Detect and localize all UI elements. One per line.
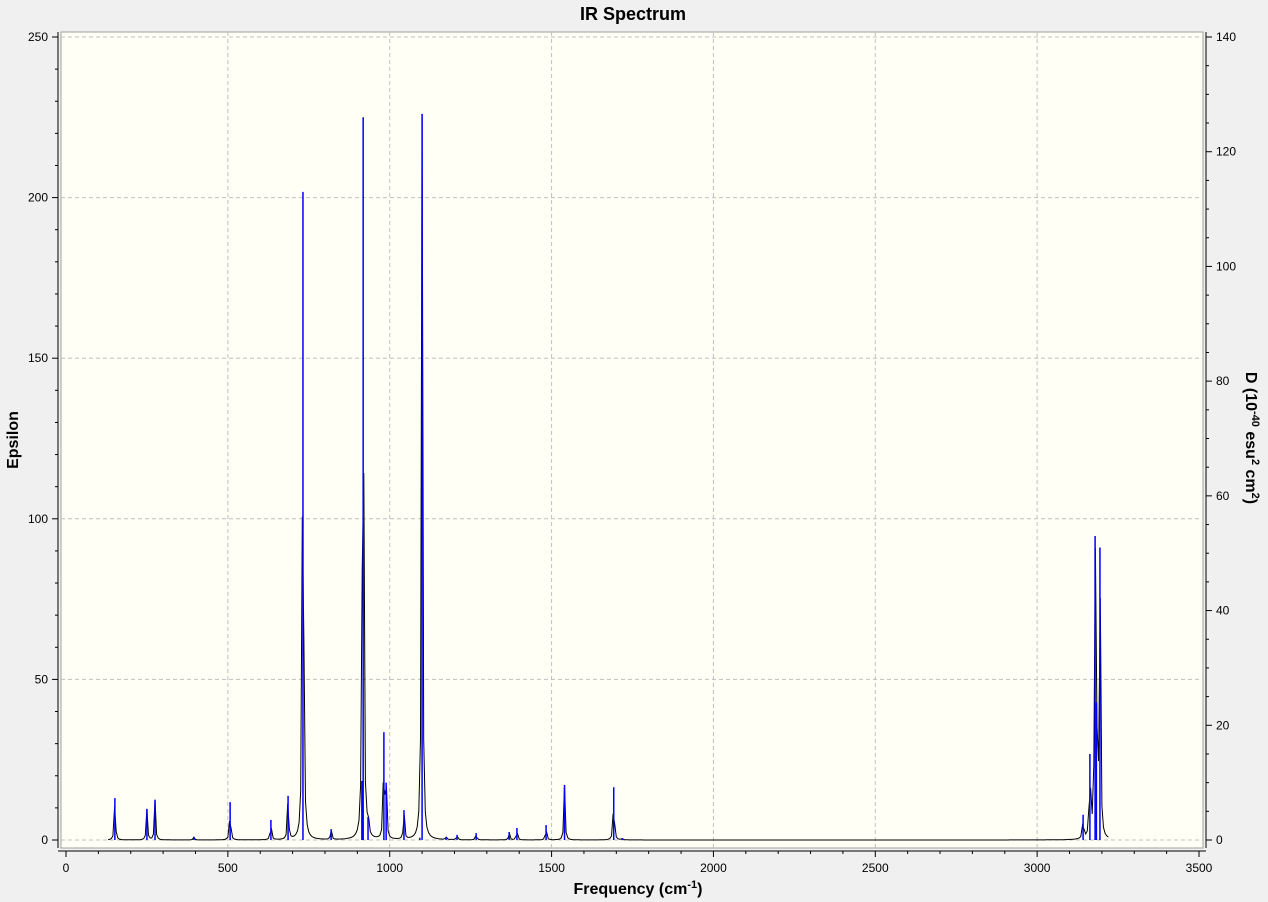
x-tick-label: 2500 (862, 861, 889, 875)
y-axis-title: Epsilon (5, 411, 22, 469)
x-tick-label: 3500 (1186, 861, 1213, 875)
x-axis-title-end: ) (697, 881, 702, 898)
x-axis-title-main: Frequency (cm (574, 881, 688, 898)
y2-title-sup: -40 (1249, 411, 1261, 427)
y2-tick-label: 100 (1216, 259, 1236, 273)
y2-title-part: esu (1242, 427, 1259, 459)
y2-tick-label: 20 (1216, 718, 1230, 732)
y2-axis-title: D (10-40 esu2 cm2) (1242, 372, 1261, 504)
y-tick-label: 50 (35, 672, 49, 686)
x-tick-label: 3000 (1024, 861, 1051, 875)
y2-tick-label: 140 (1216, 30, 1236, 44)
x-axis-title-sup: -1 (687, 879, 697, 891)
x-axis-title: Frequency (cm-1) (574, 879, 703, 898)
y-tick-label: 250 (28, 30, 48, 44)
y2-tick-label: 120 (1216, 145, 1236, 159)
y2-title-part: D (10 (1242, 372, 1259, 411)
y-tick-label: 0 (41, 833, 48, 847)
x-tick-label: 500 (218, 861, 238, 875)
y2-title-part: ) (1242, 499, 1259, 504)
x-tick-label: 1500 (538, 861, 565, 875)
y2-tick-label: 40 (1216, 604, 1230, 618)
y2-title-part: cm (1242, 465, 1259, 493)
y2-tick-label: 0 (1216, 833, 1223, 847)
y-tick-label: 150 (28, 351, 48, 365)
ir-spectrum-chart: IR Spectrum 0 500 1000 1500 2000 2500 3000 3500… (0, 0, 1268, 902)
x-tick-label: 0 (63, 861, 70, 875)
y-tick-label: 200 (28, 191, 48, 205)
plot-area (60, 31, 1204, 849)
y2-tick-label: 60 (1216, 489, 1230, 503)
y-tick-label: 100 (28, 512, 48, 526)
chart-title: IR Spectrum (580, 4, 686, 24)
x-tick-label: 2000 (700, 861, 727, 875)
y2-tick-label: 80 (1216, 374, 1230, 388)
x-tick-label: 1000 (376, 861, 403, 875)
